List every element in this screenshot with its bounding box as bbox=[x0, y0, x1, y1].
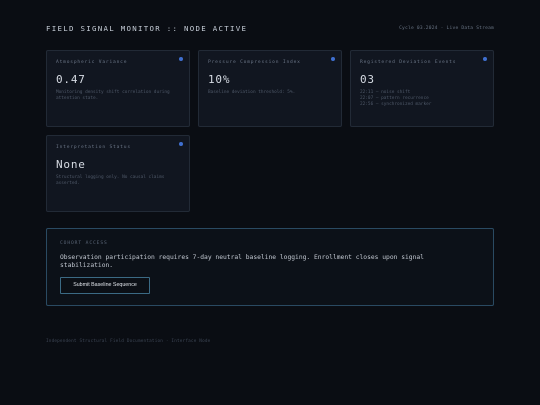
pressure-compression-card: Pressure Compression Index 10% Baseline … bbox=[198, 50, 342, 127]
card-value: 0.47 bbox=[56, 73, 86, 86]
card-description: Baseline deviation threshold: 5%. bbox=[208, 90, 296, 95]
atmospheric-variance-card: Atmospheric Variance 0.47 Monitoring den… bbox=[46, 50, 190, 127]
interpretation-status-card: Interpretation Status None Structural lo… bbox=[46, 135, 190, 212]
cycle-status: Cycle 03.2024 · Live Data Stream bbox=[399, 26, 494, 31]
page-title: FIELD SIGNAL MONITOR :: NODE ACTIVE bbox=[46, 24, 248, 33]
card-label: Interpretation Status bbox=[56, 145, 131, 150]
page: FIELD SIGNAL MONITOR :: NODE ACTIVE Cycl… bbox=[0, 0, 540, 405]
status-dot-icon bbox=[179, 142, 183, 146]
card-value: None bbox=[56, 158, 86, 171]
event-log-entry: 22:56 – synchronized marker bbox=[360, 102, 432, 107]
cohort-access-panel: COHORT ACCESS Observation participation … bbox=[46, 228, 494, 306]
card-description: Monitoring density shift correlation dur… bbox=[56, 90, 170, 101]
card-label: Registered Deviation Events bbox=[360, 60, 457, 65]
footer-text: Independent Structural Field Documentati… bbox=[46, 339, 211, 344]
status-dot-icon bbox=[483, 57, 487, 61]
header: FIELD SIGNAL MONITOR :: NODE ACTIVE Cycl… bbox=[46, 24, 494, 36]
card-label: Pressure Compression Index bbox=[208, 60, 301, 65]
deviation-events-card: Registered Deviation Events 03 22:11 – n… bbox=[350, 50, 494, 127]
cohort-access-text: Observation participation requires 7-day… bbox=[60, 254, 424, 269]
status-dot-icon bbox=[179, 57, 183, 61]
cohort-access-label: COHORT ACCESS bbox=[60, 241, 108, 246]
status-dot-icon bbox=[331, 57, 335, 61]
card-label: Atmospheric Variance bbox=[56, 60, 128, 65]
card-value: 03 bbox=[360, 73, 375, 86]
card-description: Structural logging only. No causal claim… bbox=[56, 175, 165, 186]
submit-baseline-button[interactable]: Submit Baseline Sequence bbox=[60, 277, 150, 294]
card-value: 10% bbox=[208, 73, 231, 86]
event-log: 22:11 – noise shift 22:07 – pattern recu… bbox=[360, 90, 484, 108]
